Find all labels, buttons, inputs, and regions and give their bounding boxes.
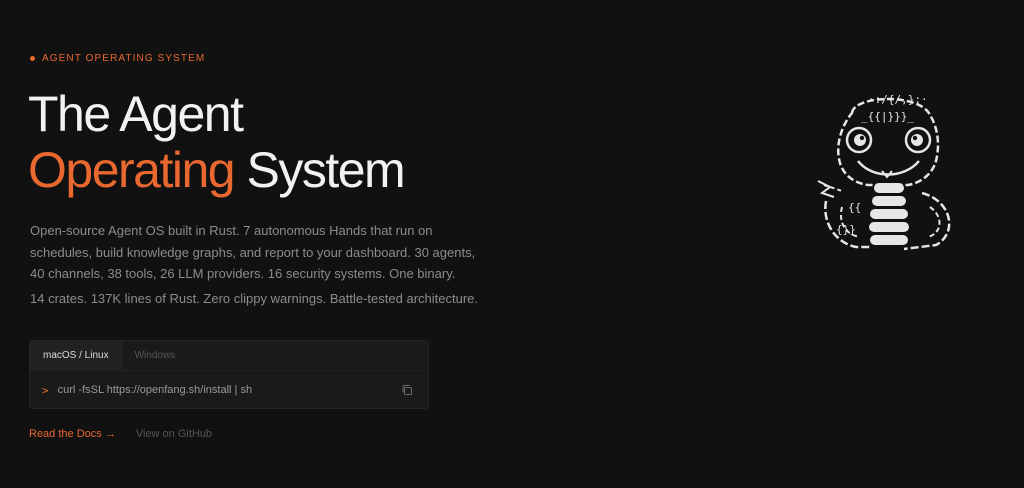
page-title: The Agent Operating System	[28, 86, 406, 198]
snake-mascot-icon: ·:/{/,}:· _{{|}}}_ {{ {}}	[817, 93, 951, 251]
install-box: macOS / Linux Windows > curl -fsSL https…	[29, 340, 429, 409]
hero-links: Read the Docs → View on GitHub	[29, 428, 212, 440]
tab-windows[interactable]: Windows	[122, 341, 189, 370]
command-row: > curl -fsSL https://openfang.sh/install…	[30, 371, 428, 408]
hero-description: Open-source Agent OS built in Rust. 7 au…	[30, 223, 476, 281]
eyebrow: AGENT OPERATING SYSTEM	[30, 53, 205, 64]
github-link[interactable]: View on GitHub	[136, 428, 212, 440]
copy-icon[interactable]	[401, 384, 413, 396]
hero-section: AGENT OPERATING SYSTEM The Agent Operati…	[0, 0, 1024, 488]
mascot-glyphs-brow: _{{|}}}_	[861, 110, 914, 123]
mascot-glyphs-head: ·:/{/,}:·	[868, 93, 928, 106]
title-line1: The Agent	[28, 86, 244, 142]
tab-macos-linux[interactable]: macOS / Linux	[30, 341, 122, 370]
accent-dot-icon	[30, 56, 35, 61]
prompt-symbol: >	[42, 383, 49, 397]
mascot-glyphs-tail: {}}	[836, 223, 856, 236]
title-rest: System	[234, 142, 405, 198]
hero-stats: 14 crates. 137K lines of Rust. Zero clip…	[30, 291, 478, 306]
read-docs-link[interactable]: Read the Docs →	[29, 428, 116, 440]
os-tabs: macOS / Linux Windows	[30, 341, 428, 371]
title-accent: Operating	[28, 142, 236, 198]
install-command[interactable]: curl -fsSL https://openfang.sh/install |…	[58, 384, 252, 396]
mascot-glyphs-body: {{	[848, 201, 861, 214]
eyebrow-label: AGENT OPERATING SYSTEM	[42, 53, 206, 64]
